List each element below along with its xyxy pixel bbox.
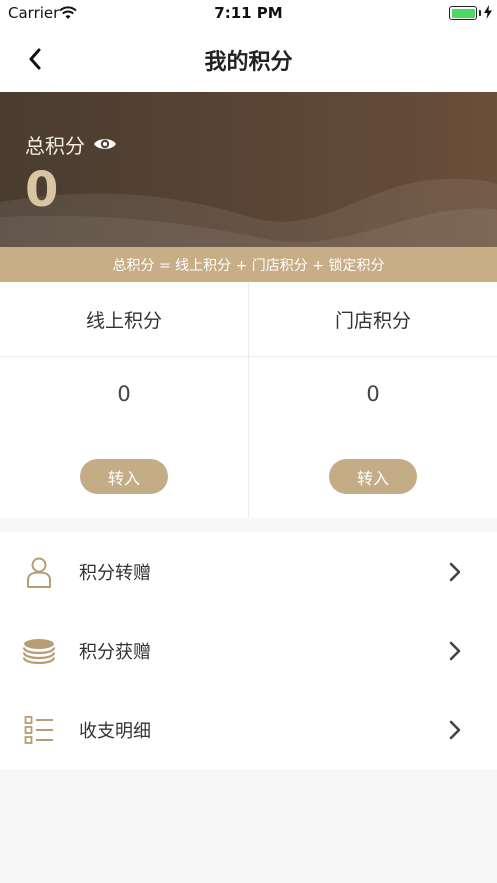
- chevron-right-icon: [447, 561, 463, 583]
- points-formula: 总积分 = 线上积分 + 门店积分 + 锁定积分: [0, 247, 497, 282]
- user-icon: [22, 555, 56, 589]
- online-points-title: 线上积分: [0, 282, 248, 357]
- battery-tip: [479, 10, 481, 16]
- total-points-label-text: 总积分: [25, 134, 85, 158]
- store-transfer-in-button[interactable]: 转入: [329, 459, 417, 494]
- coins-icon: [22, 634, 56, 668]
- online-points-value: 0: [117, 382, 131, 406]
- store-points-value: 0: [366, 382, 380, 406]
- store-points-column: 门店积分 0 转入: [248, 282, 497, 518]
- charging-icon: [484, 4, 492, 23]
- menu-item-points-received[interactable]: 积分获赠: [0, 611, 497, 690]
- eye-icon[interactable]: [93, 133, 117, 157]
- points-breakdown: 线上积分 0 转入 门店积分 0 转入: [0, 282, 497, 518]
- total-points-value: 0: [25, 162, 59, 218]
- chevron-right-icon: [447, 640, 463, 662]
- list-icon: [22, 713, 56, 747]
- page-title: 我的积分: [204, 50, 293, 75]
- menu-label: 积分获赠: [79, 641, 151, 663]
- menu-label: 收支明细: [79, 720, 151, 742]
- clock: 7:11 PM: [214, 4, 283, 22]
- points-menu: 积分转赠 积分获赠 收支明细: [0, 532, 497, 770]
- online-transfer-in-button[interactable]: 转入: [80, 459, 168, 494]
- total-points-banner: 总积分 0: [0, 92, 497, 247]
- online-points-column: 线上积分 0 转入: [0, 282, 248, 518]
- status-bar: Carrier 7:11 PM: [0, 0, 497, 26]
- total-points-label: 总积分: [25, 130, 117, 159]
- menu-label: 积分转赠: [79, 562, 151, 584]
- menu-item-points-gift[interactable]: 积分转赠: [0, 532, 497, 611]
- chevron-right-icon: [447, 719, 463, 741]
- nav-bar: 我的积分: [0, 26, 497, 92]
- banner-wave-decoration: [0, 178, 497, 247]
- store-points-title: 门店积分: [249, 282, 497, 357]
- menu-item-transaction-details[interactable]: 收支明细: [0, 690, 497, 769]
- battery-icon: [449, 6, 477, 20]
